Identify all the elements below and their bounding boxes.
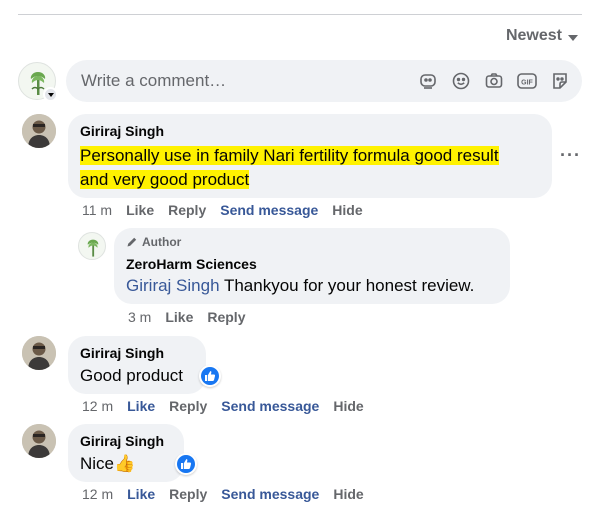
reply-bubble: Author ZeroHarm Sciences Giriraj Singh T… [114, 228, 510, 304]
reply-text: Thankyou for your honest review. [219, 276, 475, 295]
author-badge: Author [126, 234, 498, 250]
send-message-button[interactable]: Send message [220, 202, 318, 218]
reply-button[interactable]: Reply [168, 202, 206, 218]
camera-icon[interactable] [482, 69, 506, 93]
timestamp[interactable]: 12 m [82, 486, 113, 502]
comment-actions: 12 m Like Reply Send message Hide [82, 486, 364, 502]
like-reaction-badge[interactable] [199, 365, 221, 387]
comment-author[interactable]: Giriraj Singh [80, 344, 194, 362]
reply-button[interactable]: Reply [169, 398, 207, 414]
avatar[interactable] [22, 336, 56, 370]
timestamp[interactable]: 11 m [82, 202, 112, 218]
send-message-button[interactable]: Send message [221, 398, 319, 414]
avatar[interactable] [22, 114, 56, 148]
comment-bubble: Giriraj Singh Good product [68, 336, 206, 394]
author-badge-label: Author [142, 235, 182, 249]
account-switch-badge[interactable] [43, 87, 58, 102]
like-icon [181, 459, 192, 469]
svg-text:GIF: GIF [521, 80, 533, 87]
page-logo-icon[interactable] [78, 232, 106, 260]
like-icon [205, 371, 216, 381]
thumbs-up-emoji-icon: 👍 [114, 454, 136, 474]
send-message-button[interactable]: Send message [221, 486, 319, 502]
hide-button[interactable]: Hide [332, 202, 362, 218]
mention-link[interactable]: Giriraj Singh [126, 276, 220, 295]
emoji-icon[interactable] [449, 69, 473, 93]
comment-author[interactable]: Giriraj Singh [80, 122, 540, 140]
reply-author[interactable]: ZeroHarm Sciences [126, 255, 498, 273]
avatar[interactable] [22, 424, 56, 458]
avatar-sticker-icon[interactable] [548, 69, 572, 93]
comment-text: Personally use in family Nari fertility … [80, 146, 499, 165]
chevron-down-icon [47, 92, 54, 97]
comment-composer[interactable]: Write a comment… GIF [66, 60, 582, 102]
sort-dropdown[interactable]: Newest [506, 27, 578, 45]
comment-text: and very good product [80, 170, 250, 189]
sort-label: Newest [505, 27, 562, 44]
more-icon[interactable]: ··· [560, 145, 581, 166]
comment-text: Nice [80, 454, 115, 473]
reply-button[interactable]: Reply [169, 486, 207, 502]
like-button[interactable]: Like [127, 486, 155, 502]
caret-down-icon [568, 34, 578, 41]
like-reaction-badge[interactable] [175, 453, 197, 475]
hide-button[interactable]: Hide [333, 486, 363, 502]
comment-text: Good product [80, 366, 184, 385]
gif-icon[interactable]: GIF [515, 69, 539, 93]
timestamp[interactable]: 3 m [128, 309, 151, 325]
comment-input[interactable]: Write a comment… [81, 71, 416, 91]
comment-author[interactable]: Giriraj Singh [80, 432, 172, 450]
like-button[interactable]: Like [127, 398, 155, 414]
composer-avatar[interactable] [18, 62, 60, 104]
comment-bubble: Giriraj Singh Nice👍 [68, 424, 184, 482]
comment-actions: 12 m Like Reply Send message Hide [82, 398, 364, 414]
sticker-icon[interactable] [416, 69, 440, 93]
like-button[interactable]: Like [165, 309, 193, 325]
timestamp[interactable]: 12 m [82, 398, 113, 414]
like-button[interactable]: Like [126, 202, 154, 218]
reply-button[interactable]: Reply [207, 309, 245, 325]
comment-bubble: Giriraj Singh Personally use in family N… [68, 114, 552, 198]
pencil-icon [127, 237, 137, 247]
hide-button[interactable]: Hide [333, 398, 363, 414]
reply-actions: 3 m Like Reply [128, 309, 245, 325]
comment-actions: 11 m Like Reply Send message Hide [82, 202, 363, 218]
top-divider [18, 14, 582, 15]
